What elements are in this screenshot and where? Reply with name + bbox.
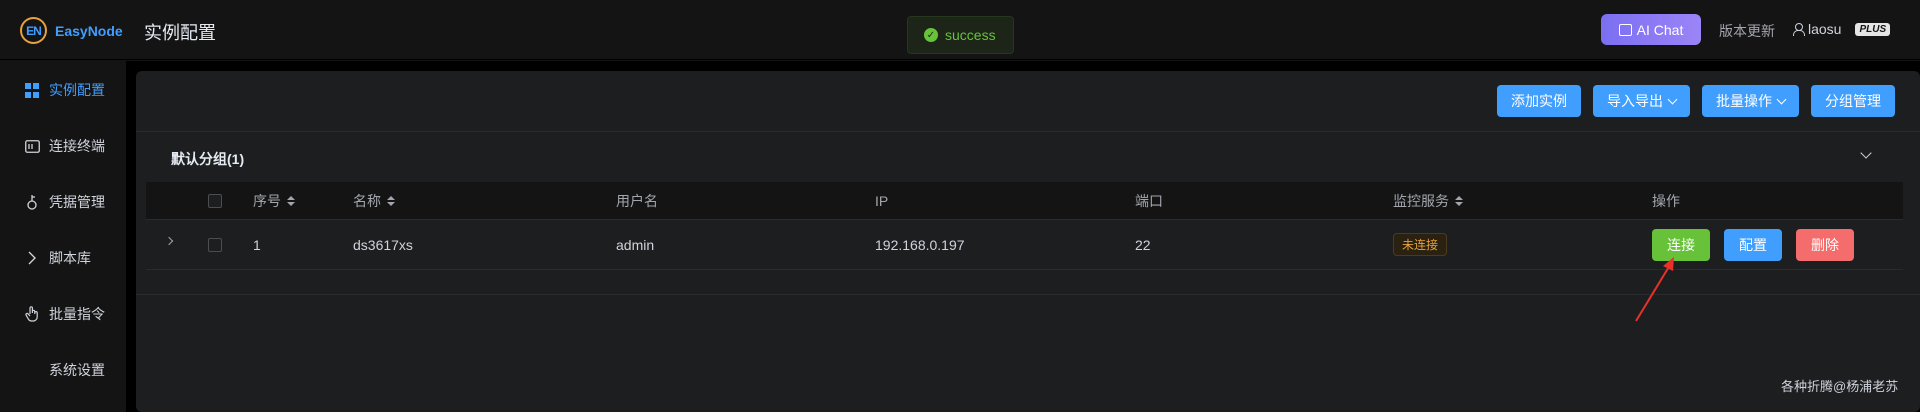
logo-icon: EN <box>20 17 47 44</box>
group-management-button[interactable]: 分组管理 <box>1811 85 1895 117</box>
sidebar: 实例配置 连接终端 凭据管理 脚本库 批量指令 系统设置 <box>0 60 126 412</box>
instance-card: 添加实例 导入导出 批量操作 分组管理 默认分组(1) 序号 名称 用户名 IP… <box>136 71 1920 412</box>
grid-icon <box>24 82 40 98</box>
sidebar-item-label: 脚本库 <box>49 250 91 266</box>
user-icon <box>1793 23 1805 36</box>
toolbar: 添加实例 导入导出 批量操作 分组管理 <box>1497 85 1895 117</box>
column-label: 监控服务 <box>1393 192 1449 209</box>
sort-icon <box>387 195 395 206</box>
column-label: 序号 <box>253 192 281 209</box>
sidebar-item-label: 凭据管理 <box>49 194 105 210</box>
ai-chat-label: AI Chat <box>1636 21 1684 38</box>
column-header-index[interactable]: 序号 <box>253 182 295 219</box>
group-title[interactable]: 默认分组(1) <box>171 149 244 169</box>
chevron-right-icon[interactable] <box>164 236 174 245</box>
config-button[interactable]: 配置 <box>1724 229 1782 261</box>
chat-icon <box>1618 23 1632 36</box>
app-name: EasyNode <box>55 22 123 39</box>
import-export-label: 导入导出 <box>1607 93 1663 109</box>
settings-icon <box>24 362 40 378</box>
column-header-monitor[interactable]: 监控服务 <box>1393 182 1463 219</box>
column-header-actions: 操作 <box>1652 192 1680 209</box>
success-toast: ✓ success <box>907 16 1014 54</box>
terminal-icon <box>24 138 40 154</box>
column-header-ip: IP <box>875 192 889 209</box>
status-badge: 未连接 <box>1393 233 1448 256</box>
annotation-arrow-icon <box>1635 257 1674 322</box>
row-checkbox[interactable] <box>208 237 222 252</box>
username: laosu <box>1808 21 1842 37</box>
toast-message: success <box>945 27 996 43</box>
add-instance-button[interactable]: 添加实例 <box>1497 85 1581 117</box>
divider <box>136 131 1920 132</box>
delete-button[interactable]: 删除 <box>1796 229 1854 261</box>
check-circle-icon: ✓ <box>924 28 938 42</box>
chevron-down-icon[interactable] <box>1860 147 1872 159</box>
add-instance-label: 添加实例 <box>1511 93 1567 109</box>
column-header-username: 用户名 <box>616 192 658 209</box>
cell-monitor: 未连接 <box>1393 220 1448 269</box>
column-header-port: 端口 <box>1135 192 1163 209</box>
sidebar-item-label: 系统设置 <box>49 362 105 378</box>
cell-port: 22 <box>1135 236 1151 253</box>
select-cell <box>208 220 222 269</box>
cell-name: ds3617xs <box>353 236 413 253</box>
sidebar-item-instances[interactable]: 实例配置 <box>24 80 105 100</box>
sidebar-item-terminal[interactable]: 连接终端 <box>24 136 105 156</box>
ai-chat-button[interactable]: AI Chat <box>1601 14 1701 45</box>
sidebar-item-settings[interactable]: 系统设置 <box>24 360 105 380</box>
group-management-label: 分组管理 <box>1825 93 1881 109</box>
pointer-icon <box>24 306 40 322</box>
sidebar-item-scripts[interactable]: 脚本库 <box>24 248 91 268</box>
select-all-checkbox[interactable] <box>208 193 222 208</box>
cell-index: 1 <box>253 236 261 253</box>
sidebar-item-label: 批量指令 <box>49 306 105 322</box>
page-title: 实例配置 <box>144 23 216 43</box>
top-header: EN EasyNode 实例配置 ✓ success AI Chat 版本更新 … <box>0 0 1920 60</box>
user-menu[interactable]: laosu PLUS <box>1793 21 1891 37</box>
sidebar-item-label: 实例配置 <box>49 82 105 98</box>
chevron-down-icon <box>1667 94 1678 104</box>
plan-badge: PLUS <box>1855 22 1891 36</box>
table-header: 序号 名称 用户名 IP 端口 监控服务 操作 <box>146 182 1903 220</box>
chevron-down-icon <box>1776 94 1787 104</box>
column-label: 名称 <box>353 192 381 209</box>
sidebar-item-label: 连接终端 <box>49 138 105 154</box>
version-update-link[interactable]: 版本更新 <box>1719 21 1775 41</box>
expand-cell <box>164 216 174 265</box>
chevron-right-icon <box>24 250 40 266</box>
key-icon <box>24 194 40 210</box>
cell-ip: 192.168.0.197 <box>875 236 965 253</box>
cell-username: admin <box>616 236 655 253</box>
sort-icon <box>287 195 295 206</box>
batch-operations-button[interactable]: 批量操作 <box>1702 85 1799 117</box>
sort-icon <box>1455 195 1463 206</box>
watermark: 各种折腾@杨浦老苏 <box>1781 379 1899 394</box>
select-all-cell <box>208 182 222 219</box>
import-export-button[interactable]: 导入导出 <box>1593 85 1690 117</box>
column-header-name[interactable]: 名称 <box>353 182 395 219</box>
logo[interactable]: EN EasyNode <box>20 17 123 44</box>
sidebar-item-batch-commands[interactable]: 批量指令 <box>24 304 105 324</box>
batch-operations-label: 批量操作 <box>1716 93 1772 109</box>
sidebar-item-credentials[interactable]: 凭据管理 <box>24 192 105 212</box>
